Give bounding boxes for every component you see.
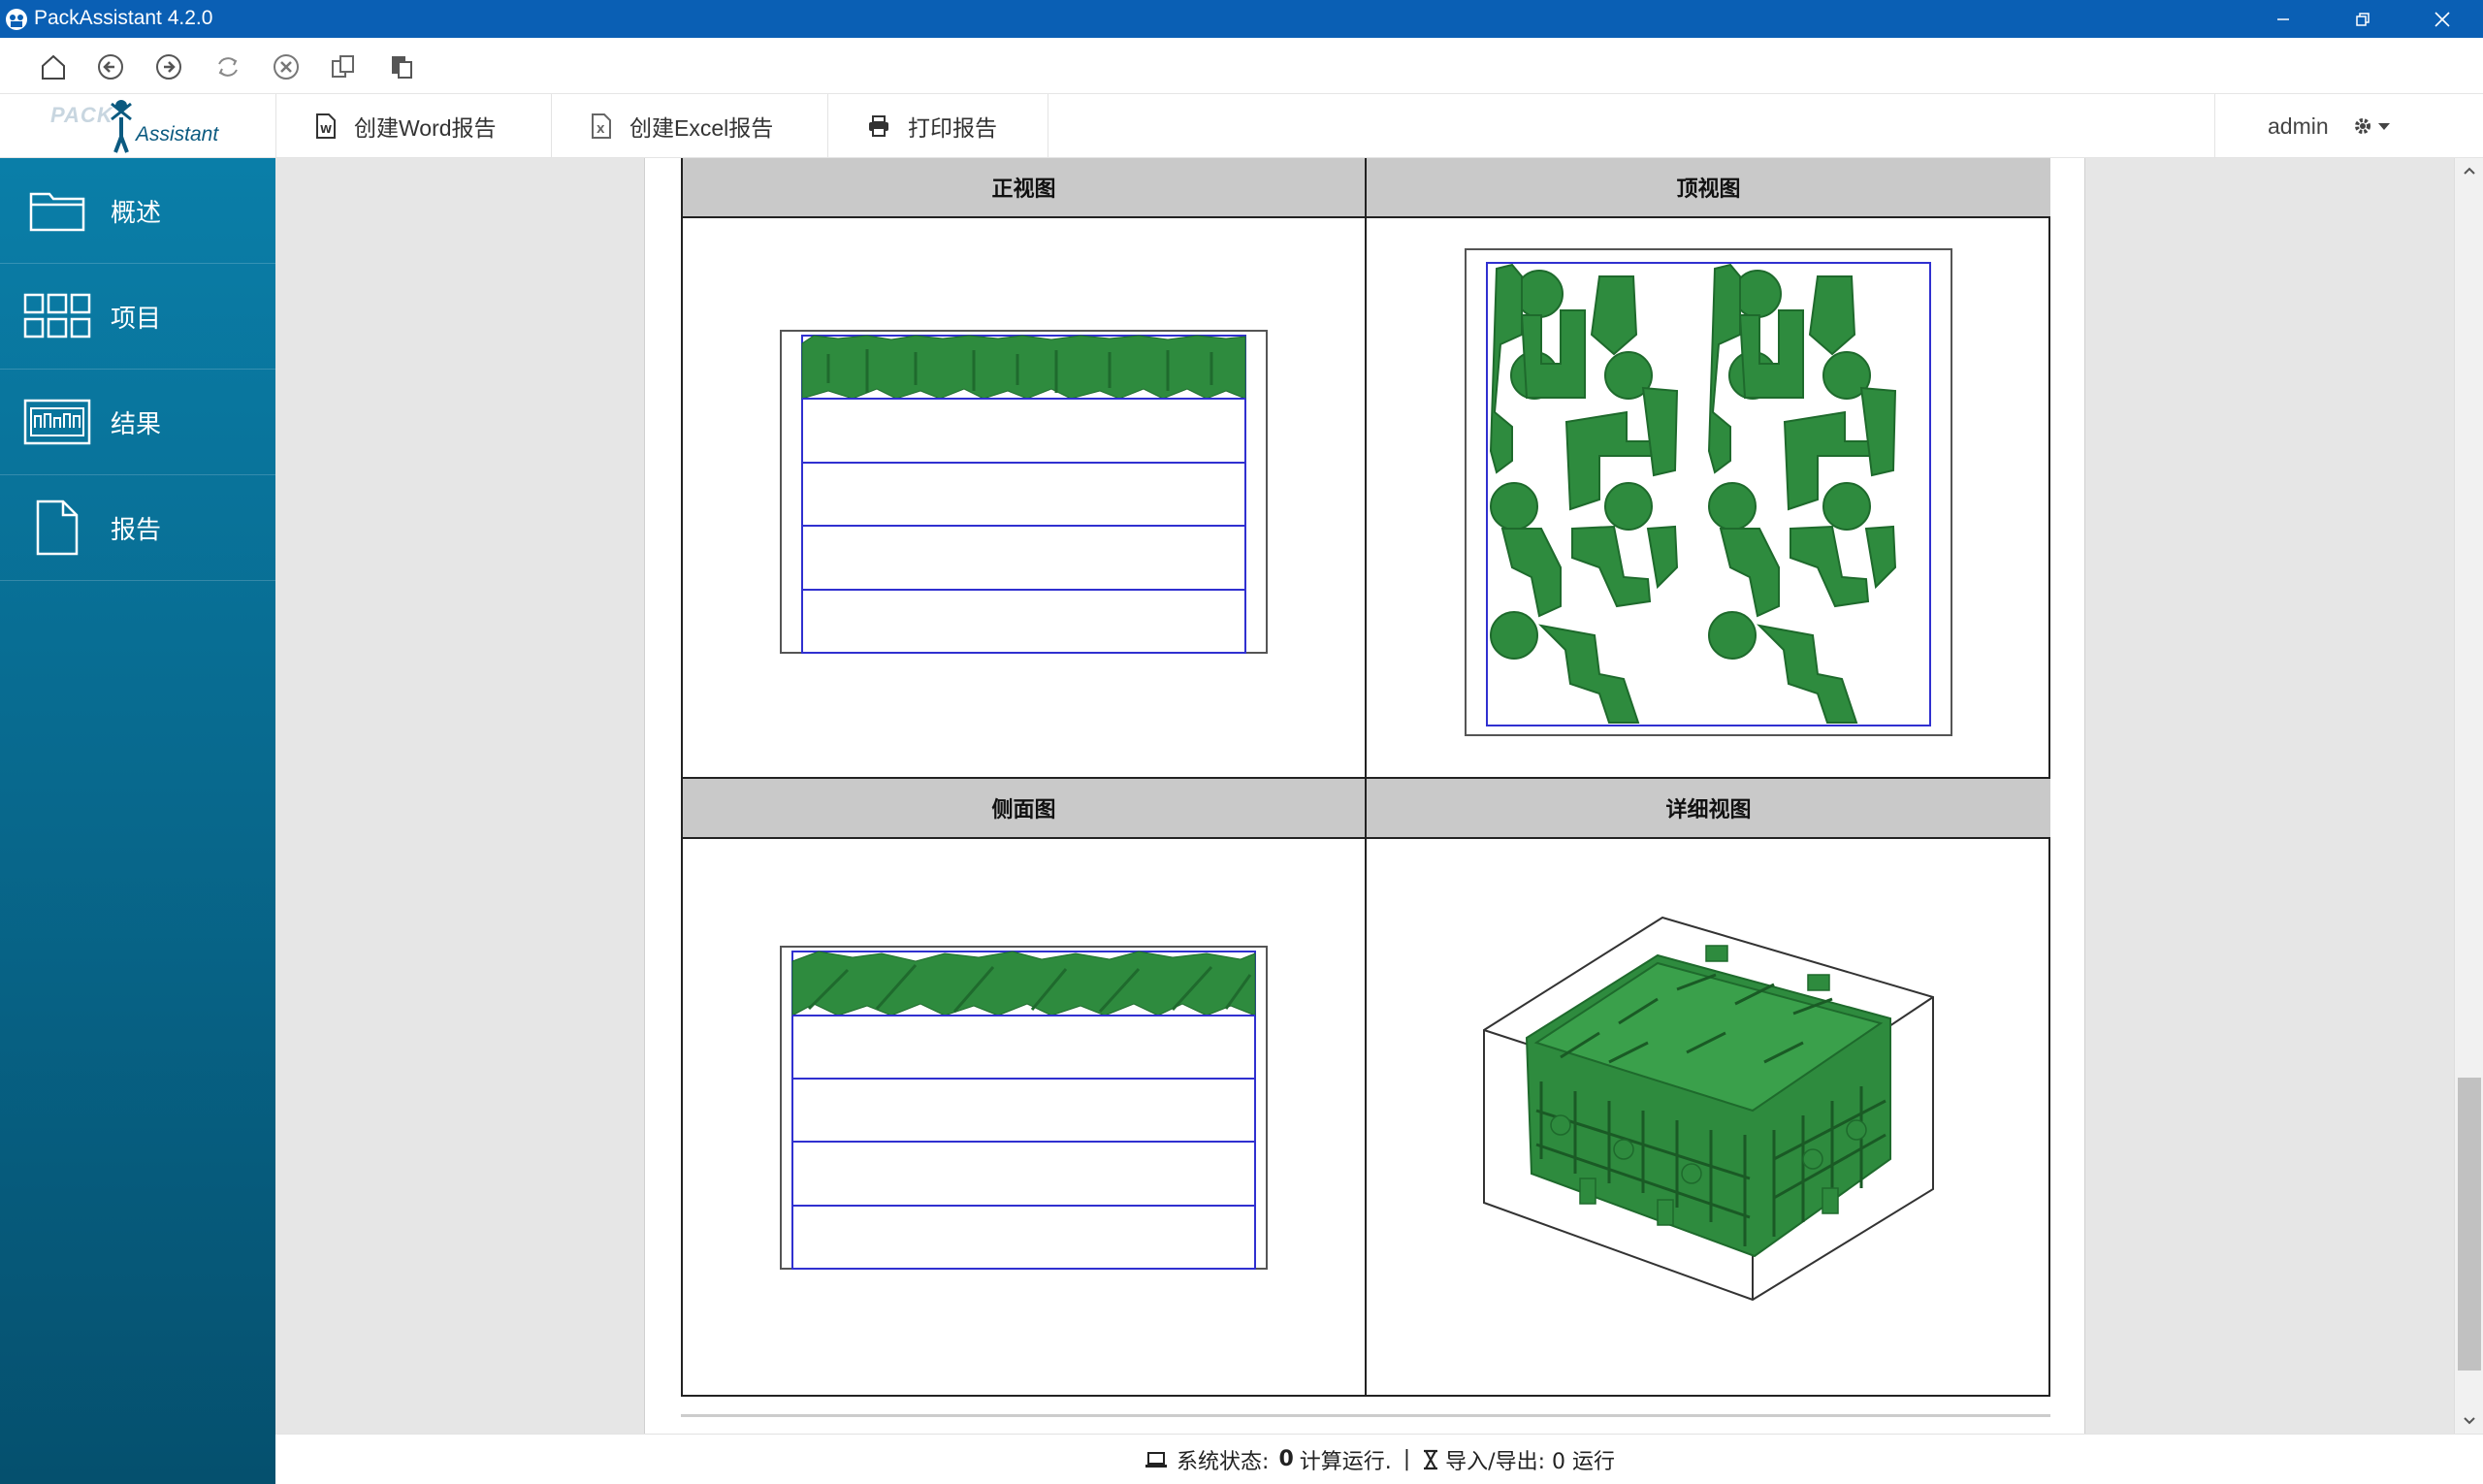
create-excel-report-label: 创建Excel报告 — [629, 115, 774, 141]
scroll-up-button[interactable] — [2455, 158, 2483, 183]
hourglass-icon — [1424, 1449, 1438, 1469]
back-icon — [98, 54, 123, 80]
minimize-icon — [2277, 17, 2289, 20]
sidebar-item-label: 结果 — [111, 409, 162, 439]
word-icon: W — [316, 113, 336, 139]
gear-icon — [2354, 118, 2370, 134]
results-icon — [23, 393, 91, 451]
detail-view-header: 详细视图 — [1367, 779, 2050, 839]
create-word-report-label: 创建Word报告 — [354, 115, 497, 141]
front-view-image — [683, 218, 1365, 777]
copy-icon — [332, 55, 354, 78]
page-bottom-rule — [681, 1414, 2050, 1417]
home-button[interactable] — [37, 50, 70, 83]
print-icon — [869, 115, 888, 137]
sidebar-item-label: 项目 — [111, 304, 162, 334]
sidebar-item-label: 报告 — [111, 515, 162, 545]
logo-assistant-text: Assistant — [136, 123, 219, 145]
forward-icon — [156, 54, 181, 80]
scroll-down-button[interactable] — [2455, 1408, 2483, 1434]
front-view-cell: 正视图 — [683, 158, 1367, 779]
copy-button[interactable] — [327, 50, 360, 83]
top-view-header: 顶视图 — [1367, 158, 2050, 218]
close-icon — [2435, 11, 2450, 27]
vertical-scrollbar[interactable] — [2454, 158, 2483, 1434]
chevron-up-icon — [2464, 167, 2475, 175]
minimize-button[interactable] — [2244, 0, 2322, 38]
sidebar-item-reports[interactable]: 报告 — [0, 475, 275, 581]
back-button[interactable] — [94, 50, 127, 83]
sidebar-item-overview[interactable]: 概述 — [0, 158, 275, 264]
sidebar-item-results[interactable]: 结果 — [0, 370, 275, 475]
status-separator: | — [1403, 1447, 1411, 1471]
window-title: PackAssistant 4.2.0 — [34, 7, 213, 29]
laptop-icon — [1145, 1451, 1168, 1468]
side-view-cell: 侧面图 — [683, 779, 1367, 1397]
detail-view-cell: 详细视图 — [1367, 779, 2050, 1397]
user-menu[interactable]: admin — [2214, 94, 2483, 158]
front-view-header: 正视图 — [683, 158, 1365, 218]
sidebar-item-label: 概述 — [111, 198, 162, 228]
refresh-icon — [218, 57, 238, 77]
packassistant-logo: PACK Assistant — [48, 98, 233, 154]
stop-icon — [274, 54, 299, 80]
document-icon — [23, 499, 91, 557]
grid-icon — [23, 287, 91, 345]
scrollbar-thumb[interactable] — [2458, 1078, 2481, 1371]
report-header: PACK Assistant W 创建Word报告 X 创建Excel报告 打印… — [0, 94, 2483, 158]
print-report-label: 打印报告 — [908, 115, 997, 141]
refresh-button[interactable] — [211, 50, 244, 83]
paste-icon — [392, 56, 412, 79]
svg-text:X: X — [597, 123, 605, 136]
io-status-label: 导入/导出: 0 运行 — [1445, 1449, 1615, 1474]
views-table: 正视图 顶视图 侧面图 详细视图 — [681, 158, 2050, 1397]
print-report-tab[interactable]: 打印报告 — [827, 94, 1048, 158]
create-excel-report-tab[interactable]: X 创建Excel报告 — [551, 94, 827, 158]
report-page: 正视图 顶视图 侧面图 详细视图 — [644, 158, 2085, 1434]
settings-dropdown[interactable] — [2352, 115, 2391, 137]
app-logo-icon — [6, 9, 27, 30]
sidebar: 概述 项目 结果 报告 — [0, 158, 275, 1484]
system-status-label: 系统状态: — [1177, 1449, 1270, 1474]
folder-icon — [23, 181, 91, 240]
detail-view-image — [1367, 839, 2050, 1397]
restore-icon — [2356, 12, 2370, 26]
paste-button[interactable] — [385, 50, 418, 83]
calc-status-label: 计算运行. — [1299, 1449, 1392, 1474]
calc-count: 0 — [1278, 1447, 1294, 1471]
user-name: admin — [2268, 113, 2329, 139]
home-icon — [42, 54, 65, 80]
report-preview-area[interactable]: 正视图 顶视图 侧面图 详细视图 — [275, 158, 2454, 1434]
create-word-report-tab[interactable]: W 创建Word报告 — [275, 94, 551, 158]
system-status: 系统状态: 0 计算运行. | 导入/导出: 0 运行 — [1144, 1444, 1615, 1475]
svg-text:W: W — [320, 123, 332, 136]
toolbar — [0, 38, 2483, 94]
logo-figure-icon — [111, 100, 132, 153]
logo-pack-text: PACK — [50, 103, 113, 127]
status-bar: 系统状态: 0 计算运行. | 导入/导出: 0 运行 — [275, 1434, 2483, 1484]
forward-button[interactable] — [152, 50, 185, 83]
top-view-cell: 顶视图 — [1367, 158, 2050, 779]
stop-button[interactable] — [270, 50, 303, 83]
sidebar-item-projects[interactable]: 项目 — [0, 264, 275, 370]
excel-icon: X — [592, 113, 611, 139]
side-view-image — [683, 839, 1365, 1397]
close-button[interactable] — [2403, 0, 2481, 38]
top-view-image — [1367, 218, 2050, 777]
side-view-header: 侧面图 — [683, 779, 1365, 839]
title-bar: PackAssistant 4.2.0 — [0, 0, 2483, 38]
caret-down-icon — [2377, 123, 2390, 130]
chevron-down-icon — [2464, 1417, 2475, 1425]
restore-button[interactable] — [2324, 0, 2402, 38]
